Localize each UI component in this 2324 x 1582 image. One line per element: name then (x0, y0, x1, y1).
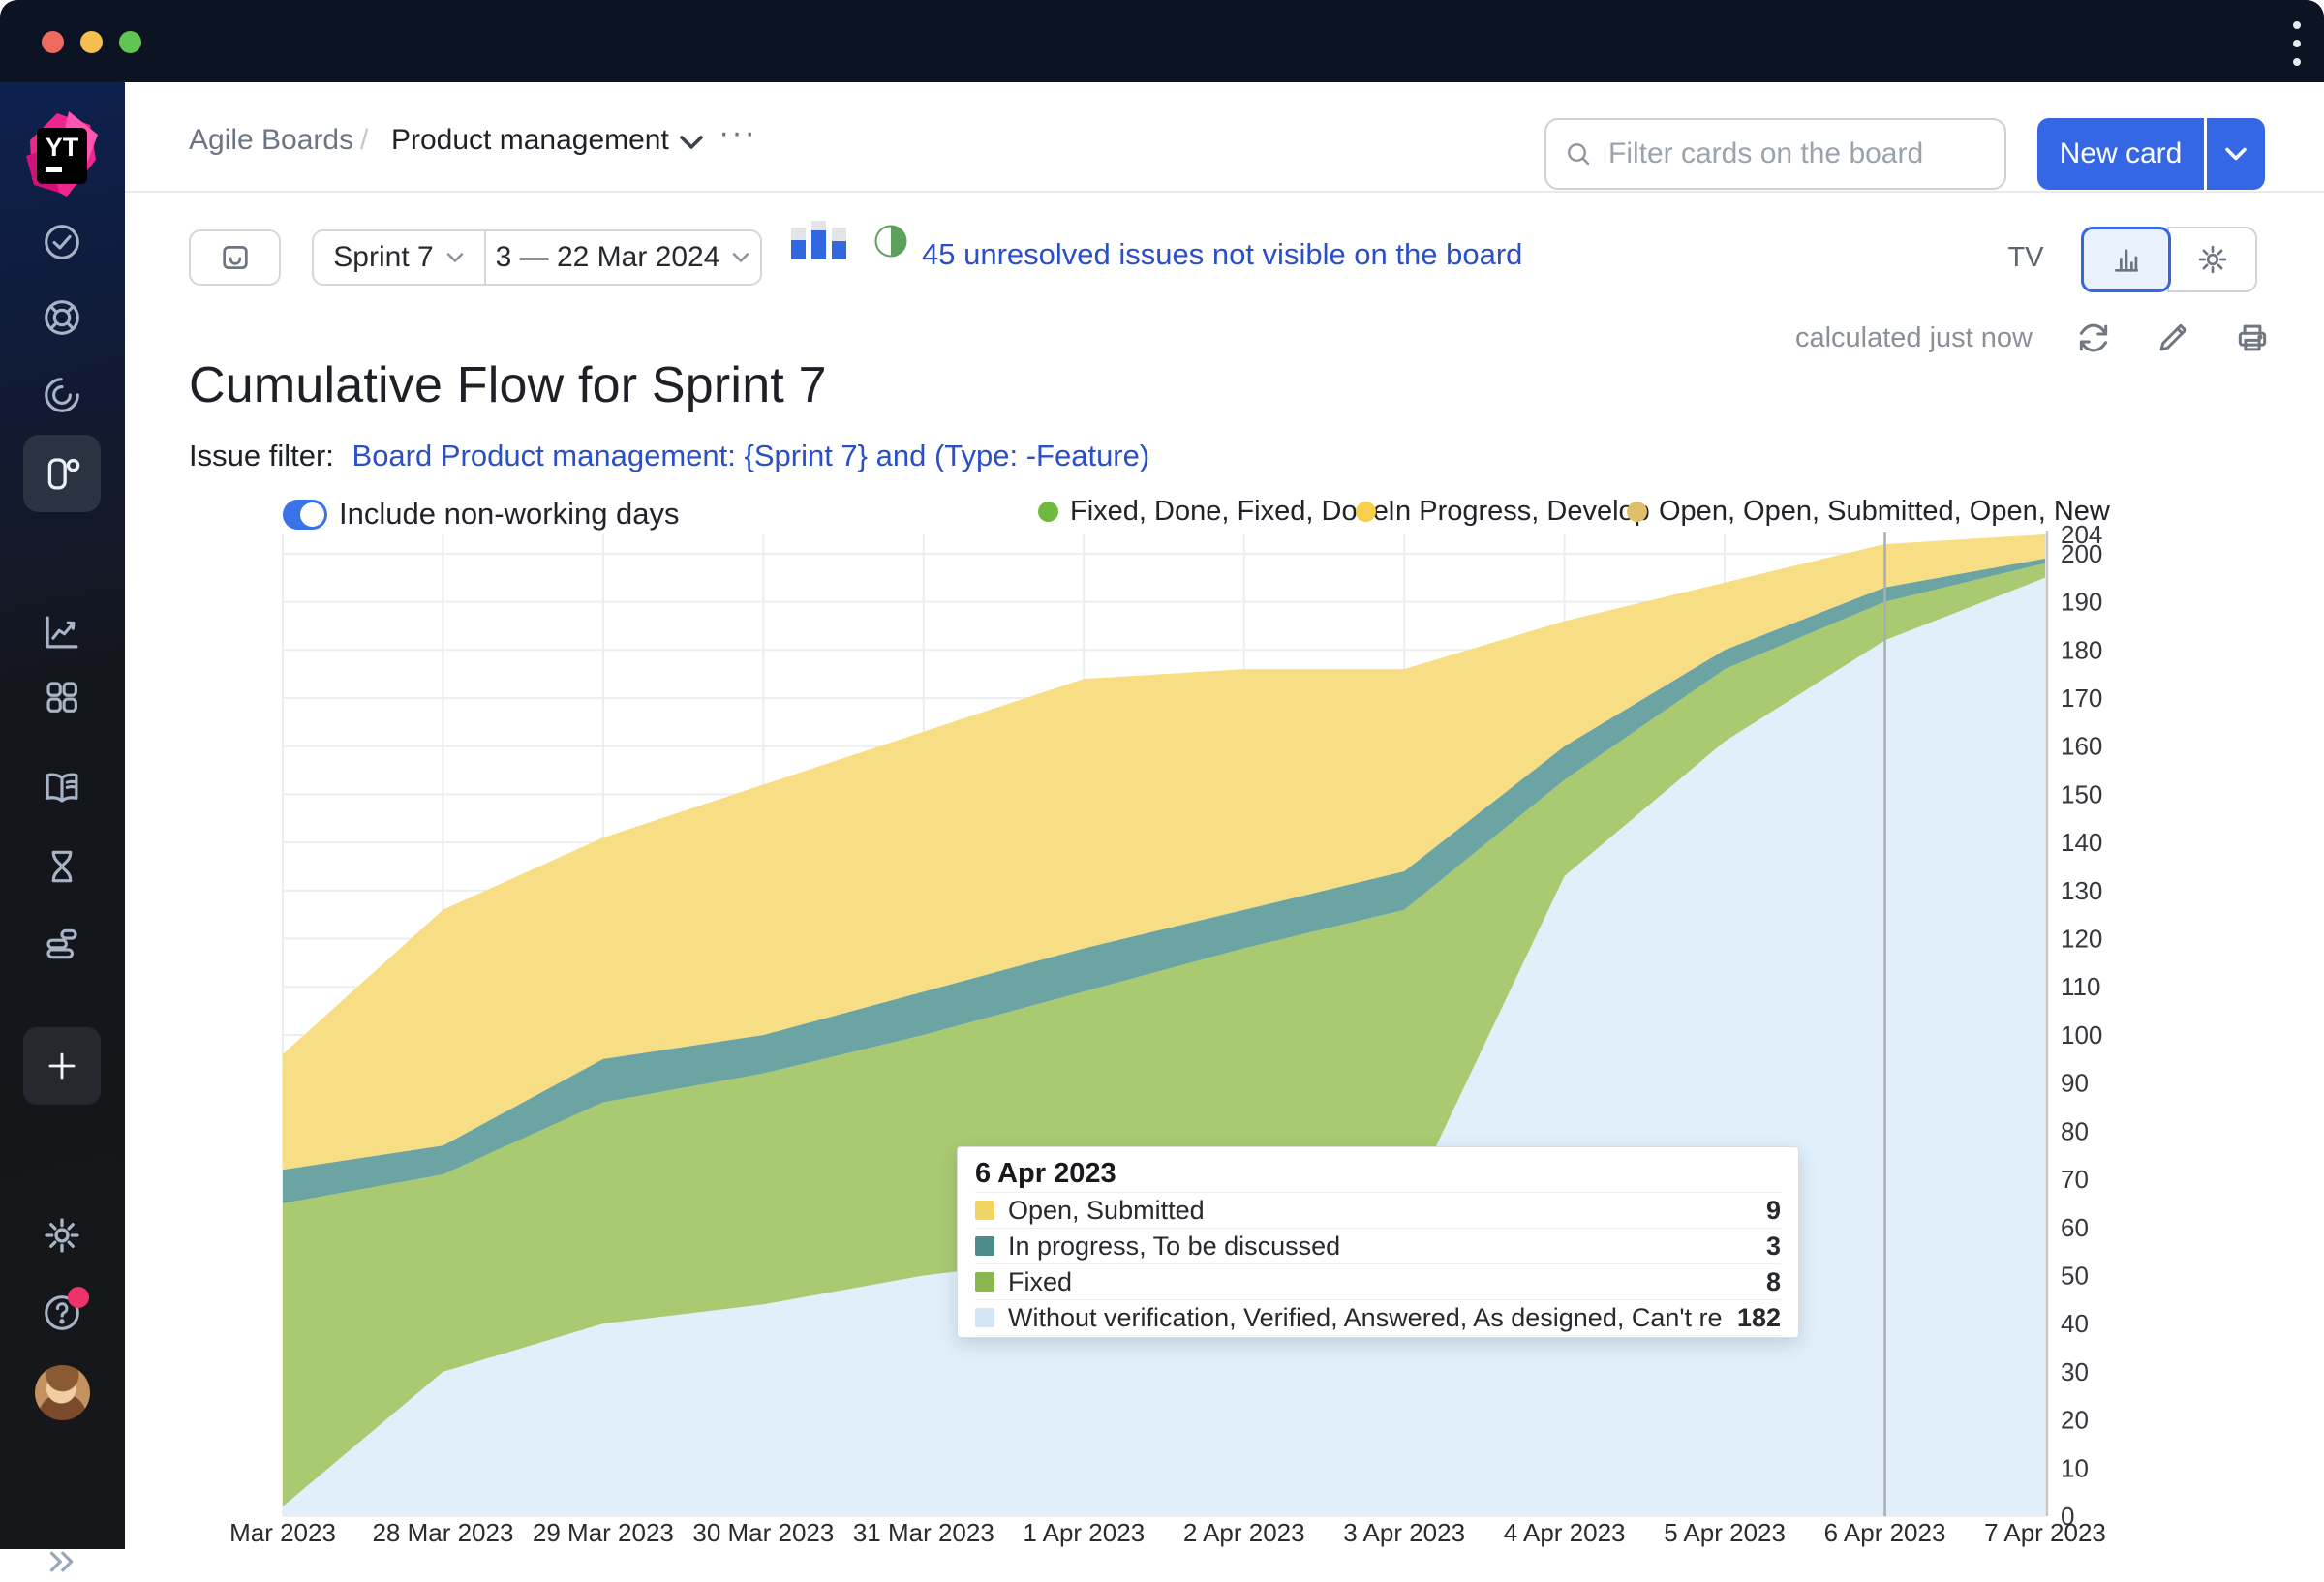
svg-text:150: 150 (2061, 779, 2102, 808)
chart-bars-icon (2110, 243, 2143, 276)
svg-text:190: 190 (2061, 588, 2102, 617)
svg-text:30 Mar 2023: 30 Mar 2023 (692, 1518, 834, 1547)
svg-text:130: 130 (2061, 876, 2102, 905)
svg-text:160: 160 (2061, 732, 2102, 761)
chart-view-tab[interactable] (2081, 227, 2171, 292)
svg-text:170: 170 (2061, 684, 2102, 713)
tooltip-label: Open, Submitted (1008, 1196, 1753, 1226)
tooltip-value: 182 (1737, 1303, 1781, 1333)
svg-text:Mar 2023: Mar 2023 (229, 1518, 336, 1547)
svg-text:4 Apr 2023: 4 Apr 2023 (1504, 1518, 1626, 1547)
svg-text:6 Apr 2023: 6 Apr 2023 (1824, 1518, 1946, 1547)
tooltip-swatch-without-verification (975, 1308, 994, 1327)
tooltip-value: 3 (1766, 1232, 1781, 1262)
tooltip-swatch-in-progress (975, 1236, 994, 1256)
svg-text:10: 10 (2061, 1453, 2089, 1482)
svg-text:5 Apr 2023: 5 Apr 2023 (1664, 1518, 1786, 1547)
svg-text:2 Apr 2023: 2 Apr 2023 (1183, 1518, 1305, 1547)
svg-text:120: 120 (2061, 925, 2102, 954)
svg-text:7 Apr 2023: 7 Apr 2023 (1984, 1518, 2106, 1547)
svg-text:40: 40 (2061, 1309, 2089, 1338)
svg-text:29 Mar 2023: 29 Mar 2023 (533, 1518, 674, 1547)
svg-text:200: 200 (2061, 539, 2102, 568)
svg-text:110: 110 (2061, 972, 2100, 1001)
tooltip-row: Open, Submitted 9 (975, 1192, 1781, 1228)
svg-text:20: 20 (2061, 1406, 2089, 1435)
tooltip-row: Without verification, Verified, Answered… (975, 1299, 1781, 1336)
svg-text:30: 30 (2061, 1357, 2089, 1386)
tooltip-label: In progress, To be discussed (1008, 1232, 1753, 1262)
svg-text:1 Apr 2023: 1 Apr 2023 (1023, 1518, 1145, 1547)
svg-text:180: 180 (2061, 635, 2102, 664)
chart-tooltip: 6 Apr 2023 Open, Submitted 9 In progress… (957, 1146, 1799, 1338)
tooltip-value: 9 (1766, 1196, 1781, 1226)
svg-text:60: 60 (2061, 1213, 2089, 1242)
svg-text:100: 100 (2061, 1020, 2102, 1050)
svg-text:70: 70 (2061, 1165, 2089, 1194)
tooltip-swatch-fixed (975, 1272, 994, 1292)
svg-text:80: 80 (2061, 1116, 2089, 1145)
tooltip-row: Fixed 8 (975, 1263, 1781, 1299)
tooltip-date: 6 Apr 2023 (975, 1155, 1781, 1192)
tooltip-swatch-open (975, 1201, 994, 1220)
svg-text:50: 50 (2061, 1261, 2089, 1290)
svg-text:31 Mar 2023: 31 Mar 2023 (853, 1518, 994, 1547)
tooltip-label: Fixed (1008, 1267, 1753, 1297)
tooltip-value: 8 (1766, 1267, 1781, 1297)
svg-text:3 Apr 2023: 3 Apr 2023 (1343, 1518, 1465, 1547)
svg-text:90: 90 (2061, 1069, 2089, 1098)
tooltip-row: In progress, To be discussed 3 (975, 1228, 1781, 1263)
svg-text:28 Mar 2023: 28 Mar 2023 (372, 1518, 513, 1547)
tooltip-label: Without verification, Verified, Answered… (1008, 1303, 1724, 1333)
svg-text:140: 140 (2061, 828, 2102, 857)
